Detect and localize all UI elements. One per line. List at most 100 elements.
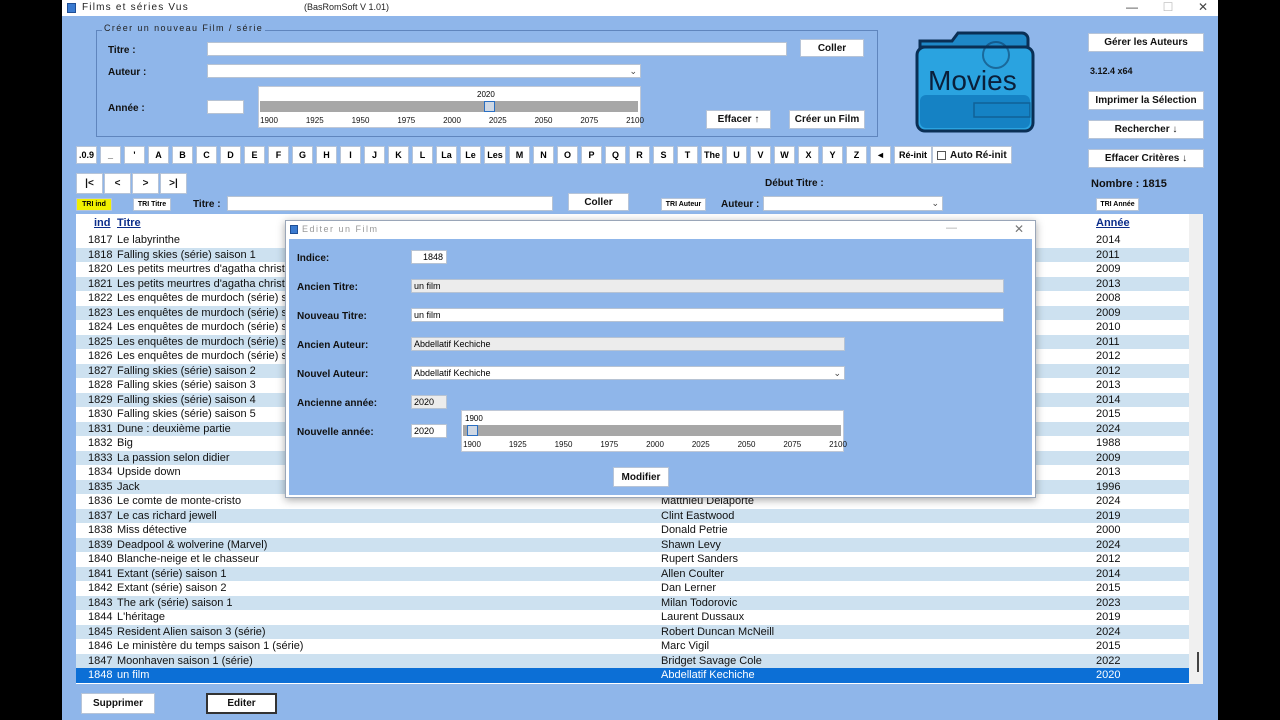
header-ind[interactable]: ind [94, 217, 111, 229]
letter-button-15[interactable]: La [436, 146, 457, 164]
letter-button-7[interactable]: E [244, 146, 265, 164]
cell-annee: 2015 [1096, 408, 1121, 420]
titre-input[interactable] [207, 42, 787, 56]
dialog-slider-thumb[interactable] [467, 425, 478, 436]
imprimer-selection-button[interactable]: Imprimer la Sélection [1088, 91, 1204, 110]
editer-button[interactable]: Editer [206, 693, 277, 714]
letter-button-30[interactable]: X [798, 146, 819, 164]
letter-button-22[interactable]: Q [605, 146, 626, 164]
table-row[interactable]: 1845 Resident Alien saison 3 (série) Rober… [76, 624, 1189, 639]
letter-button-18[interactable]: M [509, 146, 530, 164]
chevron-down-icon: ⌄ [931, 198, 939, 208]
table-row[interactable]: 1847 Moonhaven saison 1 (série) Bridget Sa… [76, 653, 1189, 668]
dialog-minimize-button[interactable]: — [946, 222, 957, 234]
rechercher-button[interactable]: Rechercher ↓ [1088, 120, 1204, 139]
tri-auteur-button[interactable]: TRI Auteur [661, 198, 706, 211]
letter-button-19[interactable]: N [533, 146, 554, 164]
nouvelle-annee-input[interactable]: 2020 [411, 424, 447, 438]
close-button[interactable]: ✕ [1188, 0, 1218, 14]
slider-thumb[interactable] [483, 101, 495, 112]
supprimer-button[interactable]: Supprimer [81, 693, 155, 714]
filter-auteur-select[interactable]: ⌄ [763, 196, 943, 211]
table-row[interactable]: 1844 L'héritage Laurent Dussaux 2019 [76, 610, 1189, 625]
letter-button-21[interactable]: P [581, 146, 602, 164]
dialog-annee-slider[interactable]: 1900 1900 1925 1950 1975 2000 2025 2050 2075 210… [461, 410, 847, 452]
cell-ind: 1837 [88, 509, 113, 522]
letter-button-32[interactable]: Z [846, 146, 867, 164]
auto-reinit-checkbox[interactable]: Auto Ré-init [932, 146, 1012, 164]
gerer-auteurs-button[interactable]: Gérer les Auteurs [1088, 33, 1204, 52]
letter-button-23[interactable]: R [629, 146, 650, 164]
letter-button-10[interactable]: H [316, 146, 337, 164]
table-row[interactable]: 1841 Extant (série) saison 1 Allen Coulter… [76, 566, 1189, 581]
letter-button-6[interactable]: D [220, 146, 241, 164]
effacer-criteres-button[interactable]: Effacer Critères ↓ [1088, 149, 1204, 168]
table-row[interactable]: 1843 The ark (série) saison 1 Milan Todoro… [76, 595, 1189, 610]
letter-button-3[interactable]: A [148, 146, 169, 164]
cell-titre: Le labyrinthe [117, 234, 180, 246]
cell-annee: 2011 [1096, 248, 1120, 261]
filter-titre-input[interactable] [227, 196, 553, 211]
annee-input[interactable] [207, 100, 244, 114]
grid-scrollbar[interactable] [1189, 214, 1203, 684]
letter-button-16[interactable]: Le [460, 146, 481, 164]
header-annee[interactable]: Année [1096, 217, 1130, 229]
letter-button-9[interactable]: G [292, 146, 313, 164]
letter-button-25[interactable]: T [677, 146, 698, 164]
nouveau-titre-input[interactable]: un film [411, 308, 1004, 322]
letter-button-0[interactable]: .0.9 [76, 146, 97, 164]
letter-button-28[interactable]: V [750, 146, 771, 164]
nav-last-button[interactable]: >| [160, 173, 187, 194]
filter-coller-button[interactable]: Coller [568, 193, 629, 211]
letter-button-8[interactable]: F [268, 146, 289, 164]
annee-slider[interactable]: 2020 1900 1925 1950 1975 2000 2025 2050 2075 210… [258, 86, 644, 128]
letter-button-13[interactable]: K [388, 146, 409, 164]
grid-scrollbar-thumb[interactable] [1197, 652, 1199, 672]
effacer-button[interactable]: Effacer ↑ [706, 110, 771, 129]
coller-button[interactable]: Coller [800, 39, 864, 57]
letter-button-34[interactable]: Ré-init [894, 146, 932, 164]
letter-button-5[interactable]: C [196, 146, 217, 164]
auteur-select[interactable]: ⌄ [207, 64, 641, 78]
letter-button-14[interactable]: L [412, 146, 433, 164]
letter-button-29[interactable]: W [774, 146, 795, 164]
table-row[interactable]: 1840 Blanche-neige et le chasseur Rupert S… [76, 552, 1189, 567]
cell-ind: 1835 [88, 480, 113, 493]
letter-button-17[interactable]: Les [484, 146, 506, 164]
nav-next-button[interactable]: > [132, 173, 159, 194]
modifier-button[interactable]: Modifier [613, 467, 669, 487]
table-row[interactable]: 1839 Deadpool & wolverine (Marvel) Shawn L… [76, 537, 1189, 552]
letter-button-33[interactable]: ◄ [870, 146, 891, 164]
table-row[interactable]: 1848 un film Abdellatif Kechiche 2020 [76, 668, 1189, 683]
nav-prev-button[interactable]: < [104, 173, 131, 194]
table-row[interactable]: 1842 Extant (série) saison 2 Dan Lerner 201… [76, 581, 1189, 596]
letter-button-4[interactable]: B [172, 146, 193, 164]
table-row[interactable]: 1837 Le cas richard jewell Clint Eastwood 2… [76, 508, 1189, 523]
letter-button-27[interactable]: U [726, 146, 747, 164]
letter-button-12[interactable]: J [364, 146, 385, 164]
minimize-button[interactable]: — [1117, 0, 1147, 14]
letter-button-24[interactable]: S [653, 146, 674, 164]
creer-film-button[interactable]: Créer un Film [789, 110, 865, 129]
cell-annee: 2024 [1096, 495, 1121, 507]
cell-annee: 2023 [1096, 596, 1121, 609]
letter-button-20[interactable]: O [557, 146, 578, 164]
tri-titre-button[interactable]: TRI Titre [133, 198, 171, 211]
tri-ind-button[interactable]: TRI ind [76, 198, 112, 211]
nav-first-button[interactable]: |< [76, 173, 103, 194]
chevron-down-icon: ⌄ [629, 66, 637, 76]
table-row[interactable]: 1838 Miss détective Donald Petrie 2000 [76, 523, 1189, 538]
maximize-button[interactable]: ☐ [1153, 0, 1183, 14]
letter-button-26[interactable]: The [701, 146, 723, 164]
tri-annee-button[interactable]: TRI Année [1096, 198, 1139, 211]
dialog-close-button[interactable]: ✕ [1014, 222, 1024, 236]
letter-button-31[interactable]: Y [822, 146, 843, 164]
letter-button-2[interactable]: ' [124, 146, 145, 164]
letter-button-11[interactable]: I [340, 146, 361, 164]
header-titre[interactable]: Titre [117, 217, 141, 229]
table-row[interactable]: 1846 Le ministère du temps saison 1 (séri… [76, 639, 1189, 654]
cell-ind: 1825 [88, 335, 113, 348]
letter-button-1[interactable]: _ [100, 146, 121, 164]
checkbox-box[interactable] [937, 151, 946, 160]
nouvel-auteur-select[interactable]: Abdellatif Kechiche ⌄ [411, 366, 845, 380]
